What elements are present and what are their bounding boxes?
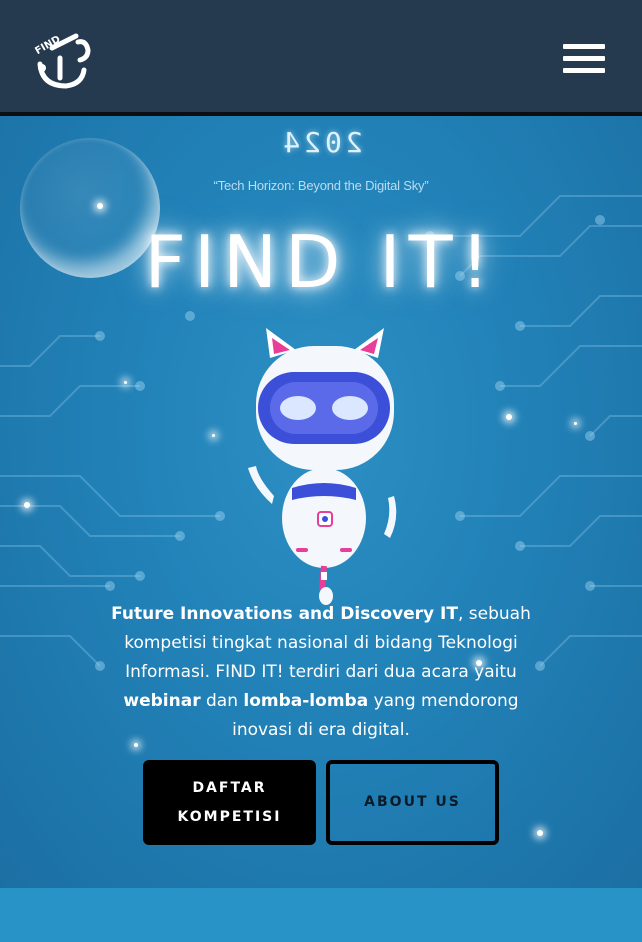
register-button-label: DAFTAR KOMPETISI [178, 774, 282, 832]
star-decoration [124, 381, 127, 384]
star-decoration [506, 414, 512, 420]
robot-cat-mascot-icon [244, 328, 404, 608]
find-it-logo-icon[interactable]: FIND [30, 28, 92, 92]
register-competition-button[interactable]: DAFTAR KOMPETISI [143, 760, 316, 845]
hero-section: 2024 “Tech Horizon: Beyond the Digital S… [0, 116, 642, 888]
star-decoration [212, 434, 215, 437]
menu-bar [563, 56, 605, 61]
event-description: Future Innovations and Discovery IT, seb… [100, 600, 542, 745]
description-text: dan [200, 691, 244, 711]
menu-bar [563, 68, 605, 73]
register-label-line2: KOMPETISI [177, 808, 282, 825]
navbar: FIND [0, 0, 642, 116]
event-tagline: “Tech Horizon: Beyond the Digital Sky” [213, 178, 429, 193]
about-us-button[interactable]: ABOUT US [326, 760, 499, 845]
star-decoration [574, 422, 577, 425]
star-decoration [24, 502, 30, 508]
hamburger-menu-icon[interactable] [560, 40, 608, 78]
star-decoration [97, 203, 103, 209]
description-highlight: webinar [123, 691, 201, 711]
star-decoration [537, 830, 543, 836]
event-title: FIND IT! [144, 220, 498, 304]
event-year: 2024 [279, 126, 363, 159]
register-label-line1: DAFTAR [192, 779, 267, 796]
about-button-label: ABOUT US [364, 794, 461, 810]
menu-bar [563, 44, 605, 49]
logo-text: FIND [33, 34, 62, 57]
description-highlight: lomba-lomba [243, 691, 369, 711]
description-highlight: Future Innovations and Discovery IT [111, 604, 458, 624]
next-section-strip [0, 888, 642, 942]
